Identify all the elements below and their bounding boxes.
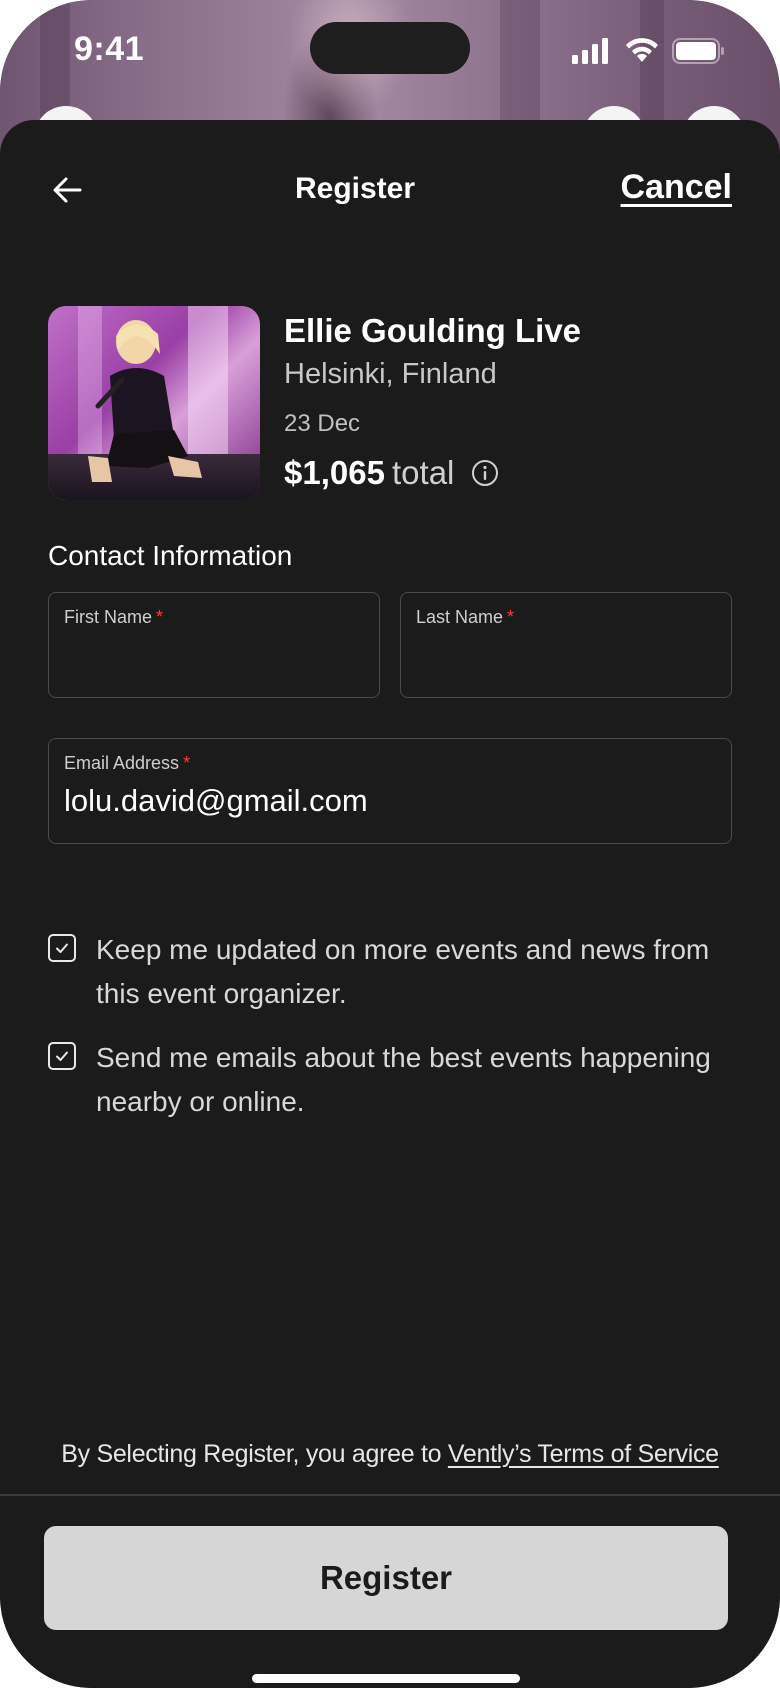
status-time: 9:41 [74,30,145,68]
event-title: Ellie Goulding Live [284,312,582,349]
wifi-icon [626,38,658,62]
checkmark-icon [56,1051,68,1061]
event-date: 23 Dec [284,410,361,437]
required-asterisk: * [183,753,191,773]
required-asterisk: * [507,607,515,627]
last-name-input[interactable] [416,633,716,677]
phone-screen: 9:41 Register Cancel Ellie Goulding Live… [0,0,780,1688]
first-name-field[interactable]: First Name * [48,592,380,698]
dynamic-island [310,22,470,74]
nearby-events-opt-in-label: Send me emails about the best events hap… [96,1042,711,1117]
status-bar: 9:41 [0,0,780,110]
terms-notice: By Selecting Register, you agree to Vent… [0,1440,780,1469]
page-title: Register [294,172,416,205]
event-price: $1,065 [284,454,385,491]
register-button[interactable]: Register [44,1526,728,1630]
first-name-input[interactable] [64,633,364,677]
event-location: Helsinki, Finland [284,358,497,390]
terms-of-service-link[interactable]: Vently’s Terms of Service [448,1440,719,1468]
updates-opt-in-row[interactable]: Keep me updated on more events and news … [48,928,738,1018]
info-circle-icon[interactable] [471,459,499,487]
register-sheet: Register Cancel Ellie Goulding Live Hels… [0,120,780,1688]
event-price-suffix: total [392,454,455,491]
email-address-field[interactable]: Email Address * [48,738,732,844]
nearby-events-opt-in-row[interactable]: Send me emails about the best events hap… [48,1036,738,1126]
cancel-button[interactable]: Cancel [621,168,733,207]
required-asterisk: * [156,607,164,627]
updates-opt-in-label: Keep me updated on more events and news … [96,934,710,1009]
last-name-label: Last Name * [416,607,515,627]
first-name-label: First Name * [64,607,164,627]
top-navigation-bar: Register Cancel [0,120,780,250]
terms-prefix-text: By Selecting Register, you agree to [61,1440,448,1468]
cellular-signal-icon [572,38,608,64]
email-address-input[interactable] [64,779,716,823]
event-thumbnail-image [48,306,260,500]
checkmark-icon [56,943,68,953]
event-summary-card: Ellie Goulding Live Helsinki, Finland 23… [48,306,738,502]
home-indicator [252,1674,520,1683]
last-name-field[interactable]: Last Name * [400,592,732,698]
contact-information-heading: Contact Information [48,540,293,571]
footer-divider [0,1494,780,1496]
nearby-events-checkbox[interactable] [48,1042,76,1070]
updates-checkbox[interactable] [48,934,76,962]
battery-icon [672,38,724,64]
email-address-label: Email Address * [64,753,191,773]
